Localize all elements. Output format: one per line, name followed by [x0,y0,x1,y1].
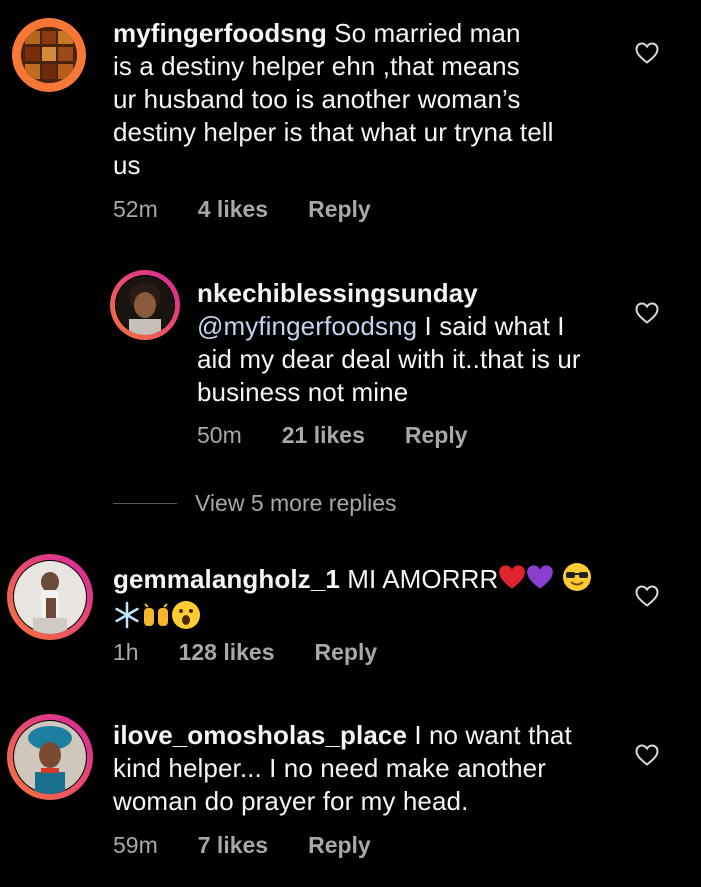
username[interactable]: gemmalangholz_1 [113,564,340,594]
heart-icon[interactable] [635,744,659,766]
comment-meta: 1h 128 likes Reply [113,639,377,666]
surprised-face-icon [171,600,201,638]
comment-body: gemmalangholz_1 MI AMORRR [113,562,613,638]
avatar[interactable] [7,554,93,640]
snowflake-icon [113,601,141,637]
comment-body: nkechiblessingsunday @myfingerfoodsng I … [197,277,647,409]
comment-text-line: I no want that [414,720,572,750]
comment-4: ilove_omosholas_place I no want that kin… [0,710,701,880]
reply-button[interactable]: Reply [308,196,371,223]
comment-text-line: aid my dear deal with it..that is ur [197,344,581,374]
username[interactable]: ilove_omosholas_place [113,720,407,750]
timestamp: 52m [113,196,158,222]
red-heart-icon [498,564,526,598]
comment-meta: 52m 4 likes Reply [113,196,371,223]
comment-body: ilove_omosholas_place I no want that kin… [113,719,613,818]
reply-button[interactable]: Reply [405,422,468,449]
comment-meta: 50m 21 likes Reply [197,422,468,449]
comment-text-line: So married man [334,18,521,48]
comment-text-line: kind helper... I no need make another [113,753,546,783]
timestamp: 59m [113,832,158,858]
view-more-label[interactable]: View 5 more replies [195,490,397,517]
avatar[interactable] [7,714,93,800]
likes-count[interactable]: 4 likes [198,196,268,223]
reply-comment: nkechiblessingsunday @myfingerfoodsng I … [0,260,701,460]
avatar[interactable] [110,270,180,340]
avatar[interactable] [12,18,86,92]
divider-line [113,503,177,504]
timestamp: 50m [197,422,242,448]
username[interactable]: nkechiblessingsunday [197,278,478,308]
comment-body: myfingerfoodsng So married man is a dest… [113,17,583,182]
likes-count[interactable]: 128 likes [179,639,275,666]
likes-count[interactable]: 7 likes [198,832,268,859]
username[interactable]: myfingerfoodsng [113,18,327,48]
comment-text-line: business not mine [197,377,409,407]
view-more-replies[interactable]: View 5 more replies [113,490,397,517]
heart-icon[interactable] [635,585,659,607]
timestamp: 1h [113,639,139,665]
comment-1: myfingerfoodsng So married man is a dest… [0,0,701,230]
comment-3: gemmalangholz_1 MI AMORRR 1h 128 likes R… [0,550,701,680]
woman-blue-gele-avatar-icon [13,720,87,794]
comment-text-line: I said what I [424,311,565,341]
mention-link[interactable]: @myfingerfoodsng [197,311,417,341]
comment-text-line: woman do prayer for my head. [113,786,469,816]
comment-text-line: MI AMORRR [347,563,499,594]
reply-button[interactable]: Reply [308,832,371,859]
likes-count[interactable]: 21 likes [282,422,365,449]
comment-text-line: destiny helper is that what ur tryna tel… [113,117,554,147]
raised-hands-icon [141,600,171,638]
reply-button[interactable]: Reply [315,639,378,666]
sunglasses-face-icon [562,562,592,600]
woman-portrait-avatar-icon [115,275,175,335]
comment-text-line: ur husband too is another woman’s [113,84,521,114]
heart-icon[interactable] [635,42,659,64]
comment-text-line: us [113,150,141,180]
purple-heart-icon [526,564,554,598]
woman-white-outfit-avatar-icon [13,560,87,634]
comment-text-line: is a destiny helper ehn ,that means [113,51,520,81]
food-collage-avatar-icon [21,27,77,83]
heart-icon[interactable] [635,302,659,324]
comment-meta: 59m 7 likes Reply [113,832,371,859]
